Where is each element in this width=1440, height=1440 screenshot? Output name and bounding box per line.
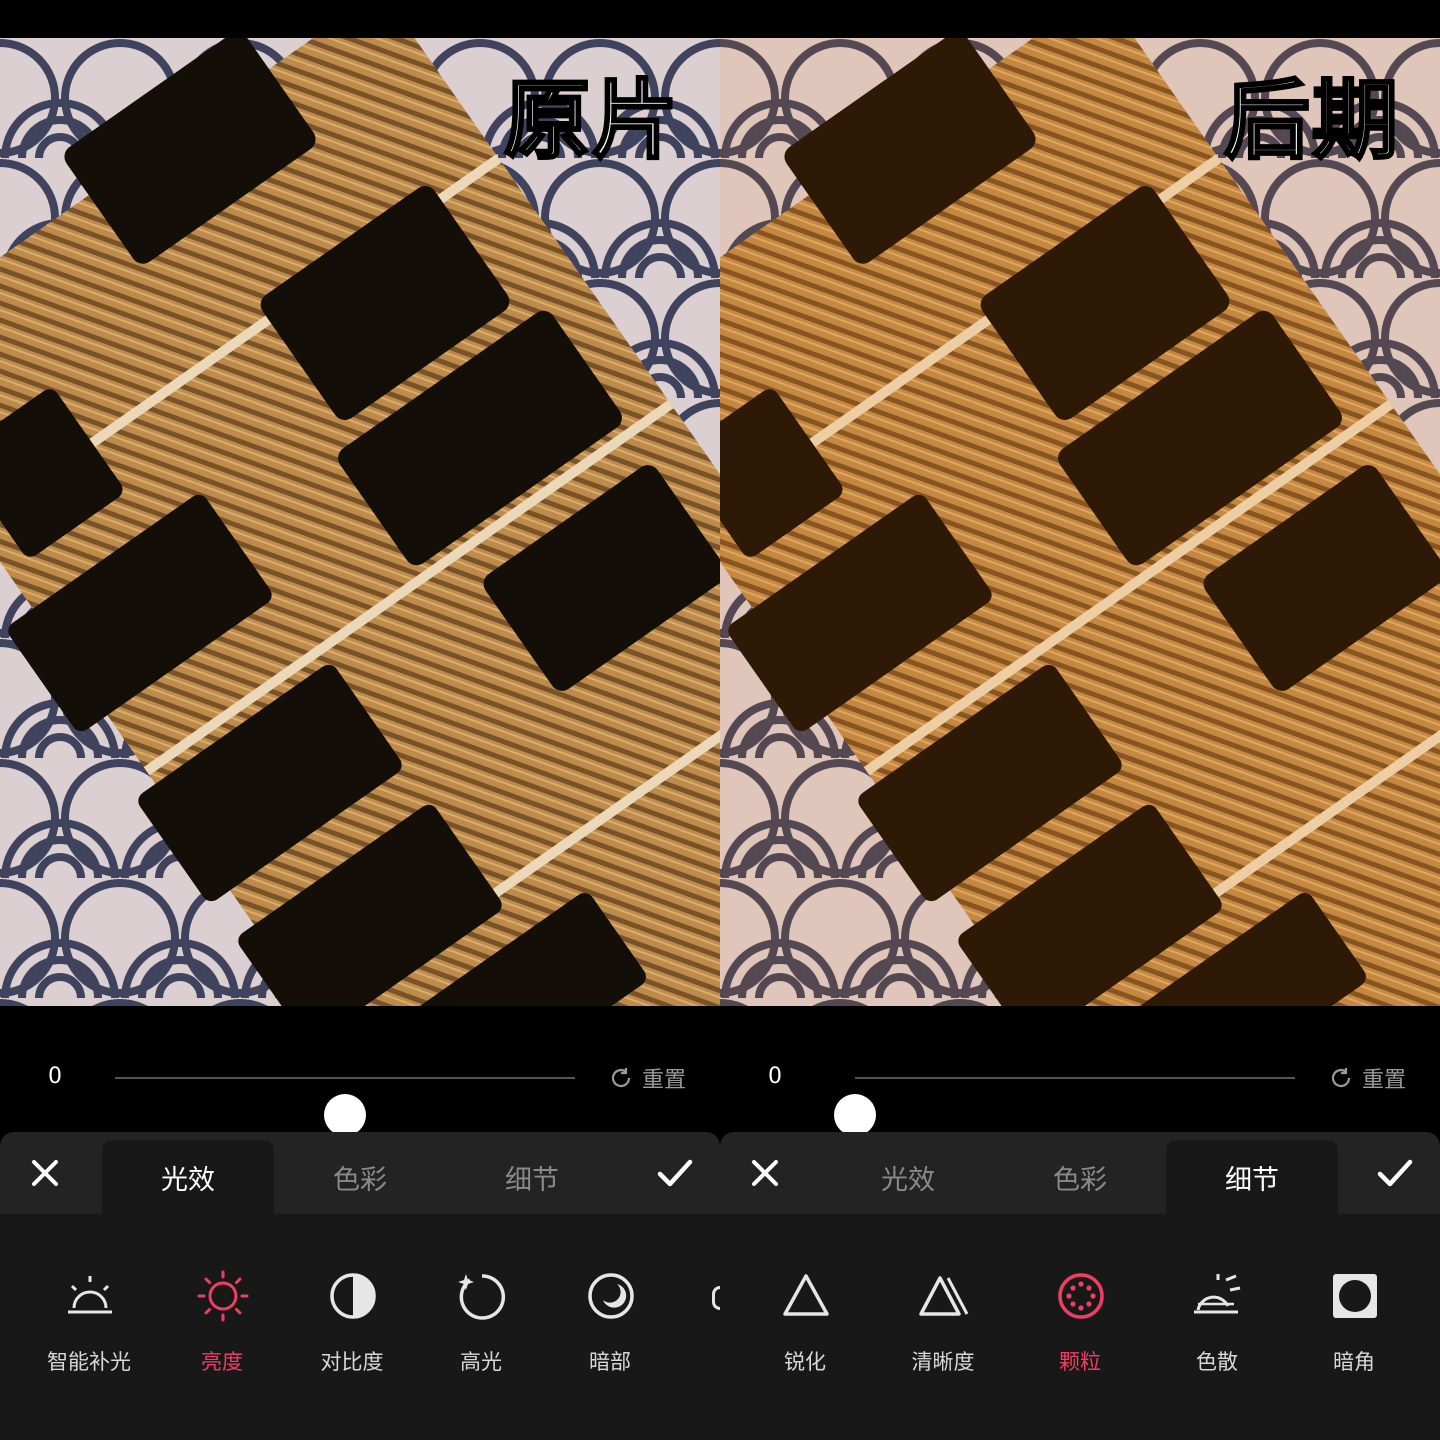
tool-list: 锐化 清晰度 颗粒 色散 暗角 — [720, 1214, 1440, 1440]
highlight-icon — [458, 1274, 506, 1320]
check-icon — [657, 1159, 693, 1187]
category-tabbar: 光效 色彩 细节 — [720, 1132, 1440, 1214]
tab-light[interactable]: 光效 — [822, 1140, 994, 1214]
reset-button[interactable]: 重置 — [608, 1062, 686, 1094]
dispersion-icon — [1194, 1274, 1241, 1314]
tool-list: 智能补光 亮度 对比度 高光 暗部 — [0, 1214, 720, 1440]
adjust-slider-row: 0 重置 — [0, 1040, 720, 1136]
grain-icon — [1058, 1273, 1104, 1319]
check-icon — [1377, 1159, 1413, 1187]
reset-label: 重置 — [1362, 1068, 1407, 1093]
tool-label: 清晰度 — [911, 1350, 975, 1374]
slider-value: 0 — [48, 1064, 62, 1089]
clarity-icon — [919, 1276, 969, 1316]
tab-light[interactable]: 光效 — [102, 1140, 274, 1214]
tool-label: 颗粒 — [1059, 1350, 1101, 1374]
tool-contrast[interactable]: 对比度 — [287, 1270, 417, 1400]
tab-color[interactable]: 色彩 — [994, 1140, 1166, 1214]
reset-icon — [1331, 1068, 1351, 1088]
left-editor-panel: .left .meat rect { fill:#8a3a3a; stroke:… — [0, 0, 720, 1440]
sharpen-triangle-icon — [783, 1274, 829, 1316]
tab-detail[interactable]: 细节 — [446, 1140, 618, 1214]
tool-shadow[interactable]: 暗部 — [545, 1270, 675, 1400]
tool-highlight[interactable]: 高光 — [416, 1270, 546, 1400]
tool-label: 高光 — [460, 1350, 502, 1374]
reset-icon — [611, 1068, 631, 1088]
confirm-button[interactable] — [652, 1150, 698, 1196]
original-photo: .left .meat rect { fill:#8a3a3a; stroke:… — [0, 38, 720, 1006]
tool-brightness[interactable]: 亮度 — [157, 1270, 287, 1400]
close-icon — [32, 1160, 58, 1186]
tool-label: 暗部 — [589, 1350, 631, 1374]
reset-button[interactable]: 重置 — [1328, 1062, 1406, 1094]
reset-label: 重置 — [642, 1068, 687, 1093]
edited-photo: .right .meat rect { fill:#c8461e; stroke… — [720, 38, 1440, 1006]
confirm-button[interactable] — [1372, 1150, 1418, 1196]
tab-color[interactable]: 色彩 — [274, 1140, 446, 1214]
tool-label: 锐化 — [784, 1350, 826, 1374]
contrast-icon — [330, 1273, 376, 1319]
close-button[interactable] — [742, 1150, 788, 1196]
vignette-icon — [1333, 1274, 1377, 1318]
tool-clarity[interactable]: 清晰度 — [878, 1270, 1008, 1400]
slider-track[interactable] — [834, 1077, 1295, 1136]
tool-label: 暗角 — [1333, 1350, 1375, 1374]
photo-caption: 原片 — [503, 71, 680, 171]
slider-track[interactable] — [115, 1077, 575, 1136]
shadow-moon-icon — [588, 1273, 634, 1319]
adjust-slider-row: 0 重置 — [720, 1040, 1440, 1136]
right-editor-panel: .right .meat rect { fill:#c8461e; stroke… — [720, 0, 1440, 1440]
tool-grain[interactable]: 颗粒 — [1015, 1270, 1145, 1400]
photo-caption: 后期 — [1223, 71, 1400, 171]
smart-fill-light-icon — [68, 1276, 112, 1314]
category-tabbar: 光效 色彩 细节 — [0, 1132, 720, 1214]
close-icon — [752, 1160, 778, 1186]
tab-detail[interactable]: 细节 — [1166, 1140, 1338, 1214]
tool-label: 对比度 — [320, 1350, 384, 1374]
tool-dispersion[interactable]: 色散 — [1152, 1270, 1282, 1400]
slider-thumb[interactable] — [834, 1094, 876, 1136]
slider-value: 0 — [768, 1064, 782, 1089]
brightness-sun-icon — [197, 1270, 249, 1322]
tool-sharpen[interactable]: 锐化 — [740, 1270, 870, 1400]
slider-thumb[interactable] — [324, 1094, 366, 1136]
tool-label: 亮度 — [201, 1350, 243, 1374]
next-tool-icon-partial — [712, 1286, 720, 1310]
close-button[interactable] — [22, 1150, 68, 1196]
tool-label: 智能补光 — [47, 1350, 131, 1374]
tool-label: 色散 — [1196, 1350, 1238, 1374]
tool-vignette[interactable]: 暗角 — [1289, 1270, 1419, 1400]
tool-smart-fill-light[interactable]: 智能补光 — [24, 1270, 154, 1400]
